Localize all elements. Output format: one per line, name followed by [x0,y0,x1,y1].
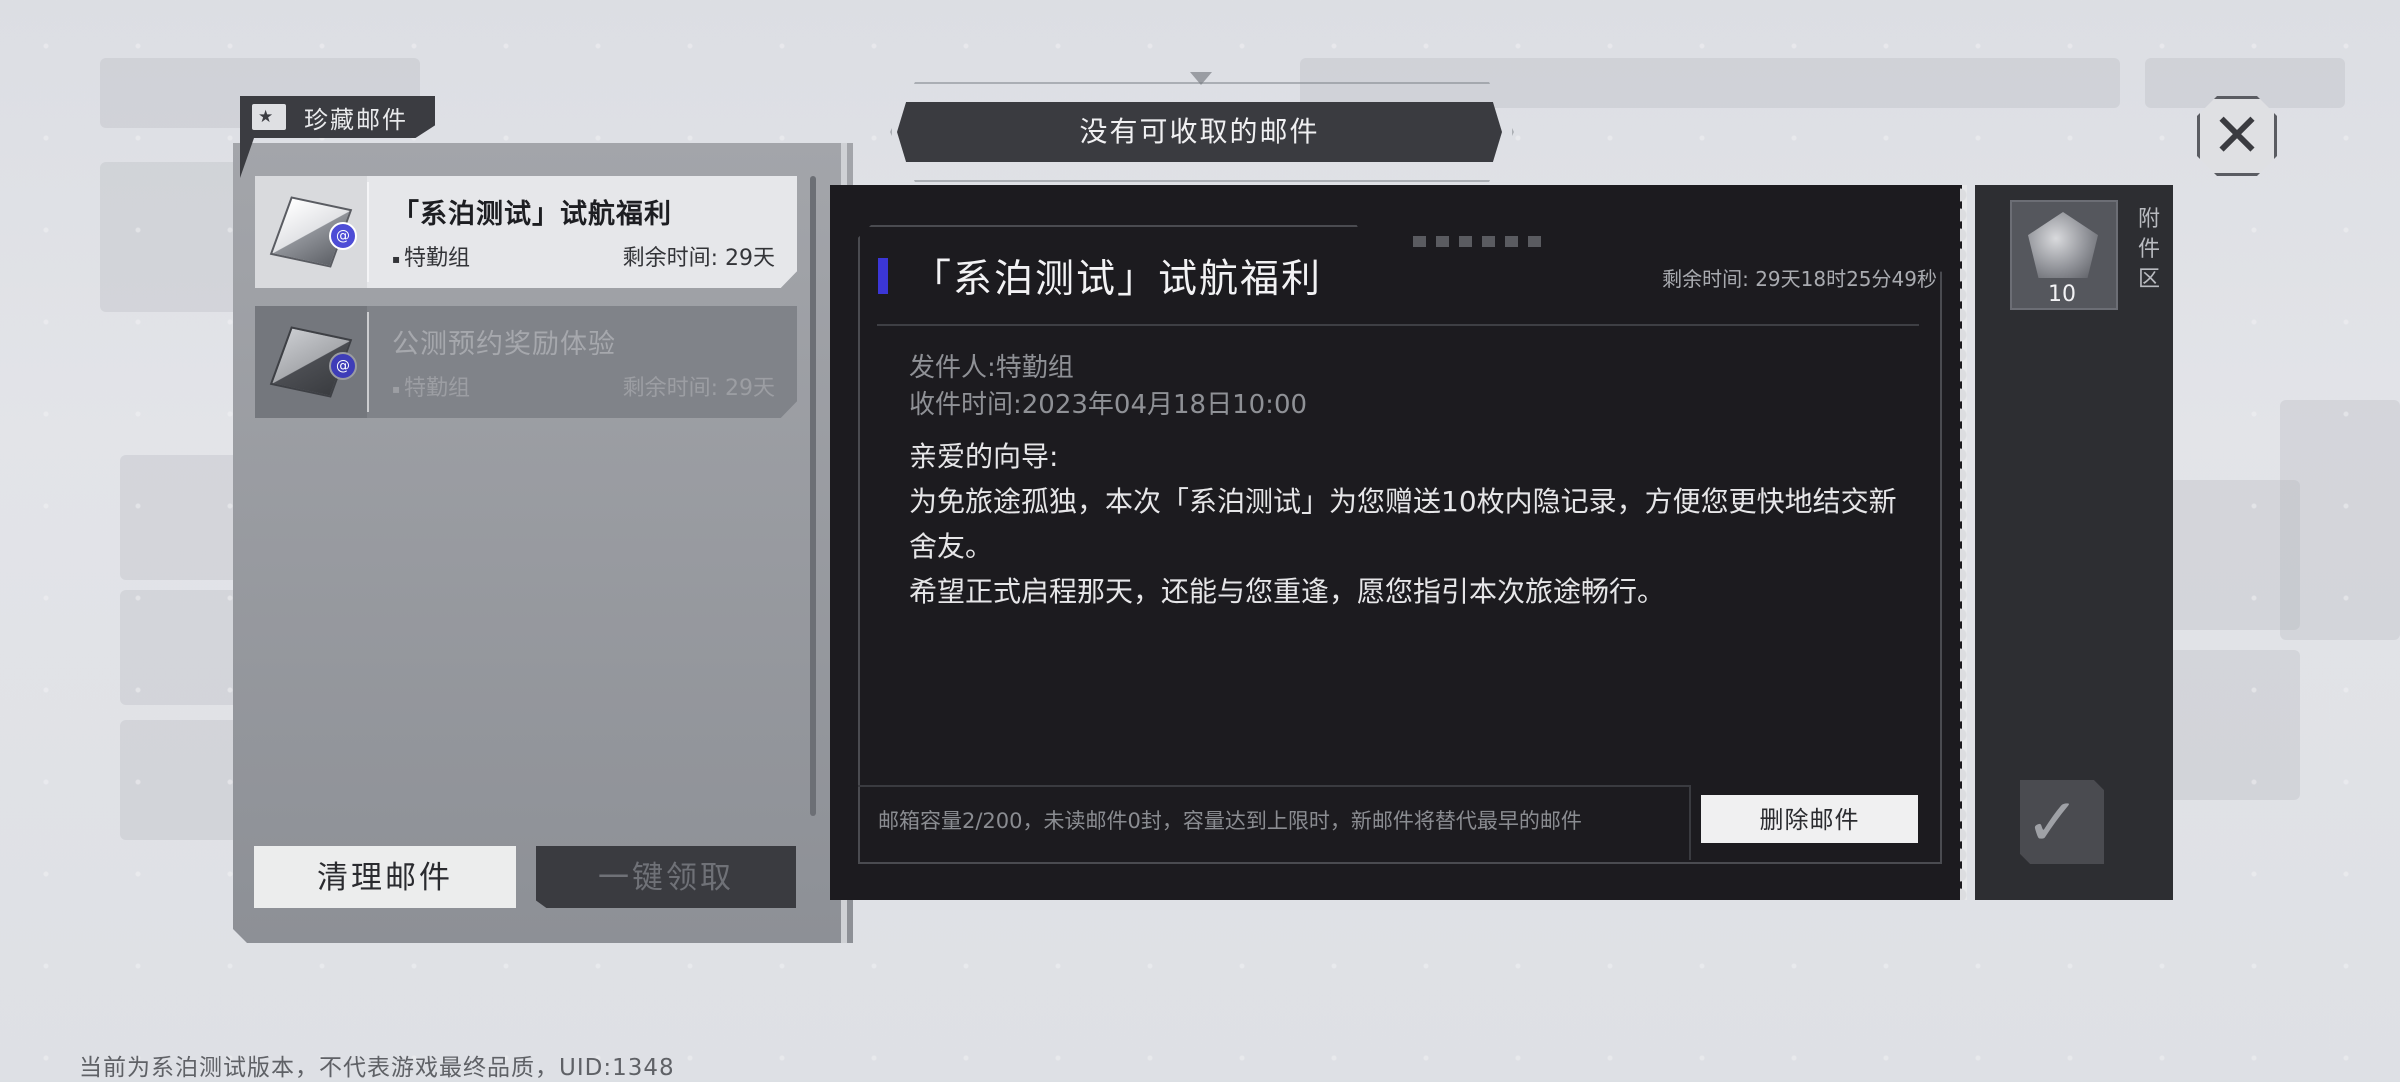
tab-label: 珍藏邮件 [304,105,408,134]
attachment-area-label: 附件区 [2137,207,2160,292]
clean-mail-button[interactable]: 清理邮件 [254,846,516,908]
mail-body-line: 亲爱的向导: [909,440,1059,473]
tab-favorite-mail[interactable]: 珍藏邮件 [240,96,435,138]
mail-body-line: 希望正式启程那天，还能与您重逢，愿您指引本次旅途畅行。 [909,575,1666,608]
memory-shard-icon [2028,212,2098,278]
mail-list-scrollbar[interactable] [810,176,816,816]
mail-body-line: 为免旅途孤独，本次「系泊测试」为您赠送10枚内隐记录，方便您更快地结交新舍友。 [909,485,1897,563]
mail-sender: 发件人:特勤组 [909,353,1074,383]
decor-dots [1413,236,1541,247]
mail-item-remaining: 剩余时间: 29天 [622,376,775,401]
mail-item-remaining: 剩余时间: 29天 [622,246,775,271]
attachment-badge-icon: @ [329,222,357,250]
divider [858,785,1690,787]
mail-title: 「系泊测试」试航福利 [912,257,1323,302]
mail-list-item[interactable]: @ 公测预约奖励体验 特勤组 剩余时间: 29天 [255,306,797,418]
mail-item-title: 公测预约奖励体验 [392,329,616,360]
attachment-count: 10 [2048,282,2076,307]
title-accent-bar [878,258,888,294]
checkmark-icon: ✓ [2025,784,2081,861]
mail-remaining-time: 剩余时间: 29天18时25分49秒 [1662,267,1937,291]
status-banner: 没有可收取的邮件 [897,102,1502,162]
close-button[interactable]: ✕ [2197,96,2277,176]
mail-item-sender: 特勤组 [392,240,470,272]
attachment-badge-icon: @ [329,352,357,380]
divider [367,182,369,282]
mail-list-item[interactable]: @ 「系泊测试」试航福利 特勤组 剩余时间: 29天 [255,176,797,288]
star-mail-icon [252,104,286,130]
delete-mail-button[interactable]: 删除邮件 [1701,795,1918,843]
mailbox-capacity: 邮箱容量2/200，未读邮件0封，容量达到上限时，新邮件将替代最早的邮件 [878,809,1582,833]
divider [367,312,369,412]
claim-all-button[interactable]: 一键领取 [536,846,796,908]
mail-item-sender: 特勤组 [392,370,470,402]
divider [877,324,1919,326]
version-notice: 当前为系泊测试版本，不代表游戏最终品质，UID:1348 [79,1055,675,1081]
mail-received-time: 收件时间:2023年04月18日10:00 [909,390,1308,420]
mail-item-title: 「系泊测试」试航福利 [392,199,672,230]
divider [1689,785,1691,860]
mail-body: 亲爱的向导: 为免旅途孤独，本次「系泊测试」为您赠送10枚内隐记录，方便您更快地… [909,434,1909,614]
close-icon: ✕ [2211,101,2263,171]
